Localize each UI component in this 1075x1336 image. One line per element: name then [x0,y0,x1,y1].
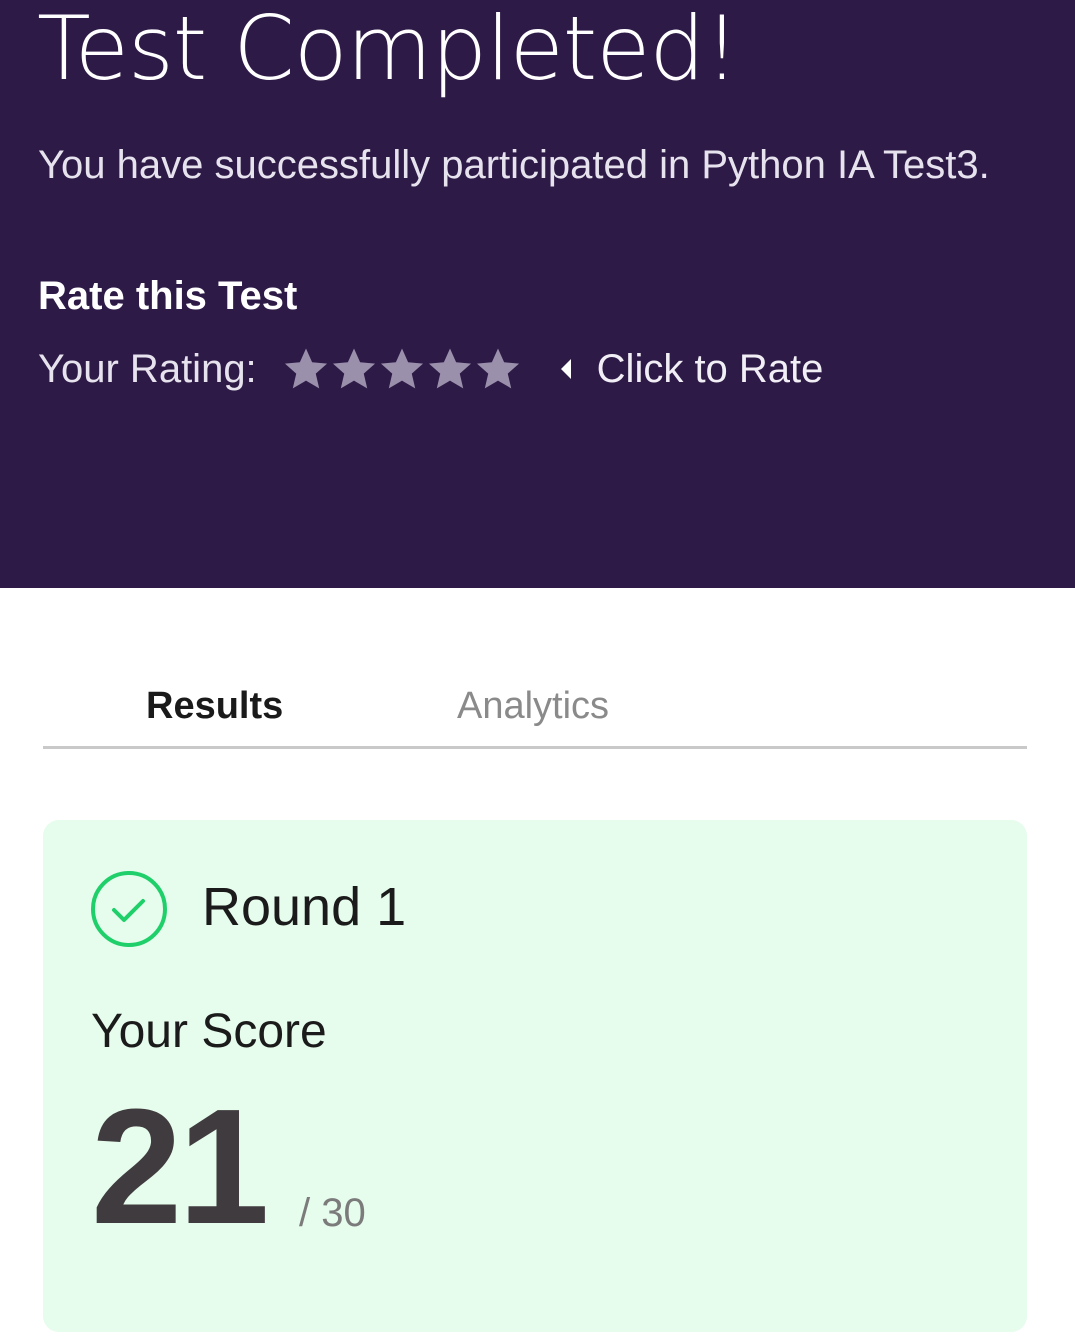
star-icon-3[interactable] [379,347,425,391]
score-value: 21 [91,1075,269,1258]
rating-label: Your Rating: [38,347,257,391]
check-circle-icon [90,870,170,950]
click-to-rate-hint: Click to Rate [596,347,824,391]
rate-test-heading: Rate this Test [38,274,298,318]
completion-message: You have successfully participated in Py… [38,143,990,187]
caret-left-icon [559,357,573,381]
tab-results[interactable]: Results [146,682,283,730]
result-tabs: Results Analytics [43,676,1027,749]
star-icon-5[interactable] [475,347,521,391]
star-icon-4[interactable] [427,347,473,391]
test-completed-banner: Test Completed! You have successfully pa… [0,0,1075,588]
score-total: / 30 [299,1191,366,1235]
star-rating [283,347,521,391]
star-icon-1[interactable] [283,347,329,391]
rating-row: Your Rating: Click to Rate [38,344,823,394]
star-icon-2[interactable] [331,347,377,391]
score-label: Your Score [91,1005,327,1058]
tab-analytics[interactable]: Analytics [457,682,609,730]
page-title: Test Completed! [37,0,740,100]
round-title: Round 1 [202,877,407,937]
round-result-card: Round 1 Your Score 21 / 30 [43,820,1027,1332]
